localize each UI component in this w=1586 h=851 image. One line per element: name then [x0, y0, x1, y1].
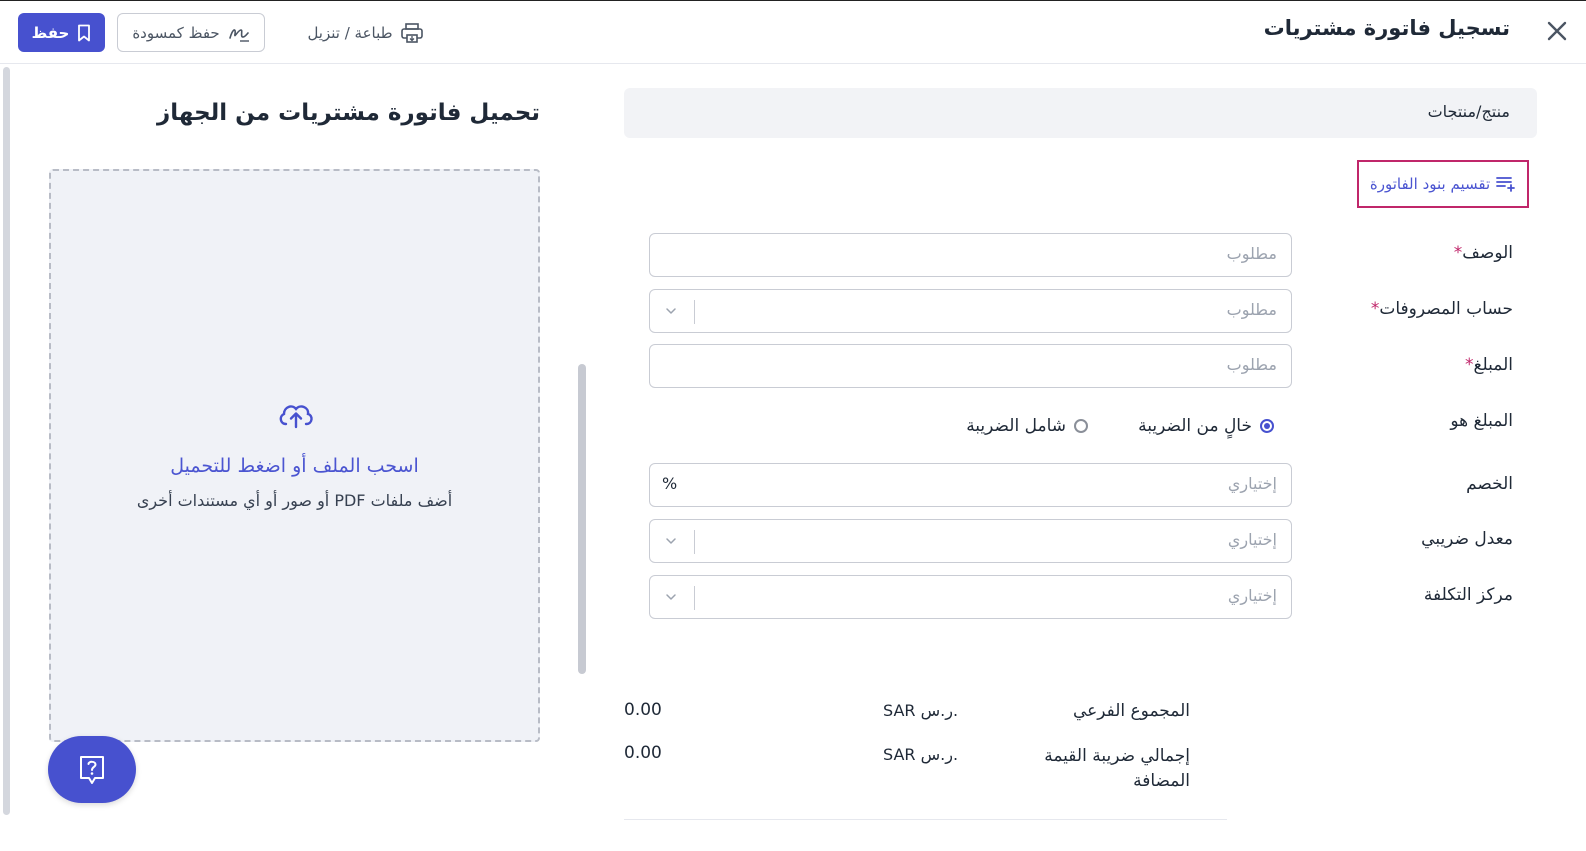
vat-total-label: إجمالي ضريبة القيمة المضافة: [1044, 746, 1190, 791]
select-divider: [694, 530, 695, 554]
radio-selected-indicator[interactable]: [1260, 419, 1274, 433]
header: تسجيل فاتورة مشتريات طباعة / تنزيل حفظ ك…: [0, 1, 1586, 64]
summary-divider: [624, 819, 1227, 820]
select-divider: [694, 300, 695, 324]
expense-account-select[interactable]: مطلوب: [649, 289, 1292, 333]
chevron-down-icon[interactable]: [664, 534, 678, 548]
cost-center-select[interactable]: إختياري: [649, 575, 1292, 619]
radio-tax-exclusive-label: خالٍ من الضريبة: [1138, 416, 1252, 436]
discount-unit: %: [662, 474, 678, 493]
split-invoice-items-label: تقسيم بنود الفاتورة: [1369, 175, 1491, 193]
subtotal-currency: SAR ر.س.: [883, 701, 959, 720]
draft-signature-icon: [228, 28, 249, 42]
form-scrollbar[interactable]: [578, 364, 586, 674]
close-button[interactable]: [1542, 16, 1572, 46]
subtotal-value: 0.00: [624, 700, 662, 720]
page-title: تسجيل فاتورة مشتريات: [1263, 16, 1510, 40]
close-icon: [1547, 21, 1567, 41]
select-divider: [694, 586, 695, 610]
printer-icon: [400, 22, 423, 43]
radio-tax-inclusive[interactable]: شامل الضريبة: [966, 414, 1088, 438]
amount-is-label: المبلغ هو: [1450, 411, 1513, 431]
radio-tax-inclusive-label: شامل الضريبة: [966, 416, 1066, 436]
expense-account-label: حساب المصروفات*: [1371, 299, 1513, 319]
dropzone-subtitle: أضف ملفات PDF أو صور أو أي مستندات أخرى: [136, 491, 453, 510]
split-invoice-items-button[interactable]: تقسيم بنود الفاتورة: [1357, 160, 1529, 208]
tax-rate-placeholder: إختياري: [1227, 530, 1277, 549]
save-draft-label: حفظ كمسودة: [132, 23, 220, 42]
bookmark-icon: [78, 24, 91, 41]
save-button[interactable]: حفظ: [18, 13, 105, 52]
discount-input[interactable]: إختياري %: [649, 463, 1292, 507]
tax-rate-select[interactable]: إختياري: [649, 519, 1292, 563]
save-draft-button[interactable]: حفظ كمسودة: [117, 13, 265, 52]
chevron-down-icon[interactable]: [664, 304, 678, 318]
list-add-icon: [1496, 177, 1516, 192]
save-label: حفظ: [31, 23, 70, 42]
tax-rate-label: معدل ضريبي: [1421, 529, 1513, 549]
description-label: الوصف*: [1454, 243, 1513, 263]
file-dropzone[interactable]: اسحب الملف أو اضغط للتحميل أضف ملفات PDF…: [49, 169, 540, 742]
cost-center-placeholder: إختياري: [1227, 586, 1277, 605]
amount-input[interactable]: مطلوب: [649, 344, 1292, 388]
cost-center-label: مركز التكلفة: [1423, 585, 1513, 605]
vat-total-currency: SAR ر.س.: [883, 745, 959, 764]
products-section-header: منتج/منتجات: [624, 88, 1537, 138]
discount-placeholder: إختياري: [1227, 474, 1277, 493]
vat-total-value: 0.00: [624, 743, 662, 763]
print-download-button[interactable]: طباعة / تنزيل: [295, 13, 435, 52]
radio-unselected-indicator[interactable]: [1074, 419, 1088, 433]
expense-account-label-text: حساب المصروفات: [1379, 299, 1513, 319]
help-button[interactable]: [48, 736, 136, 803]
help-icon: [80, 755, 104, 784]
description-placeholder: مطلوب: [1226, 244, 1277, 263]
chevron-down-icon[interactable]: [664, 590, 678, 604]
upload-title: تحميل فاتورة مشتريات من الجهاز: [157, 100, 540, 126]
amount-placeholder: مطلوب: [1226, 355, 1277, 374]
cloud-upload-icon: [279, 405, 313, 429]
required-marker: *: [1453, 243, 1463, 263]
subtotal-label: المجموع الفرعي: [1072, 701, 1190, 721]
description-label-text: الوصف: [1462, 243, 1513, 263]
description-input[interactable]: مطلوب: [649, 233, 1292, 277]
products-section-title: منتج/منتجات: [1427, 102, 1510, 121]
left-scrollbar[interactable]: [3, 67, 10, 815]
print-download-label: طباعة / تنزيل: [307, 23, 393, 42]
amount-label-text: المبلغ: [1473, 355, 1513, 375]
radio-tax-exclusive[interactable]: خالٍ من الضريبة: [1138, 414, 1274, 438]
discount-label: الخصم: [1466, 474, 1513, 494]
expense-account-placeholder: مطلوب: [1226, 300, 1277, 319]
dropzone-title: اسحب الملف أو اضغط للتحميل: [170, 455, 419, 477]
amount-label: المبلغ*: [1465, 355, 1513, 375]
